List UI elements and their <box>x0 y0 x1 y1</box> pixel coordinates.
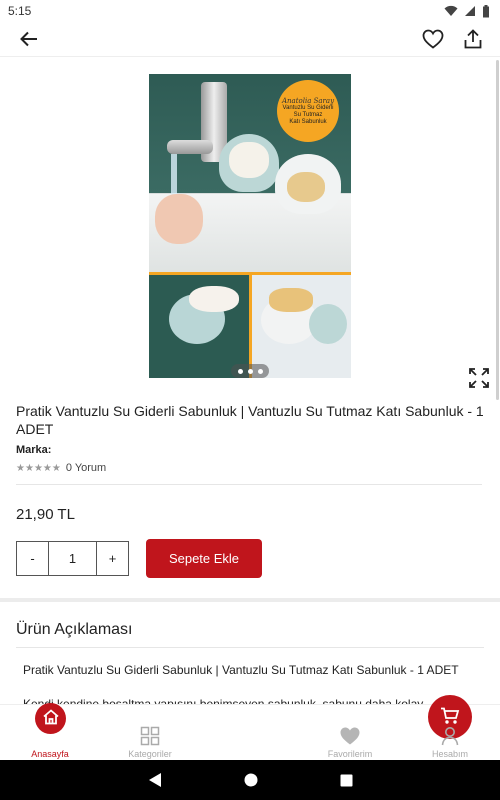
heart-icon <box>340 727 360 745</box>
app-bar <box>0 22 500 56</box>
share-upload-icon <box>464 29 482 49</box>
description-text: Kendi kendine bosaltma yapısını benimsey… <box>23 697 424 704</box>
status-bar: 5:15 <box>0 0 500 22</box>
image-divider <box>249 275 252 378</box>
star-icon: ★ <box>24 462 34 474</box>
nav-account-label: Hesabım <box>431 749 468 759</box>
back-triangle-icon[interactable] <box>148 772 162 788</box>
bottom-nav: Anasayfa Kategoriler Favorilerim Hesabım <box>0 695 500 760</box>
favorite-button[interactable] <box>420 26 446 52</box>
purchase-row: - 1 + Sepete Ekle <box>0 539 500 578</box>
nav-favorites[interactable]: Favorilerim <box>300 705 400 760</box>
soap-shape <box>189 286 239 312</box>
soap-shape <box>229 142 269 178</box>
rating-stars: ★★★★★ <box>16 463 61 474</box>
nav-home-label: Anasayfa <box>31 749 69 759</box>
pagination-dot[interactable] <box>237 368 243 374</box>
arrow-left-icon <box>20 31 37 47</box>
add-to-cart-button[interactable]: Sepete Ekle <box>146 539 262 578</box>
pagination-dot[interactable] <box>247 368 253 374</box>
expand-icon <box>469 368 489 388</box>
increment-button[interactable]: + <box>97 542 128 575</box>
soap-shape <box>269 288 313 312</box>
pagination-dot[interactable] <box>257 368 263 374</box>
badge-line: Katı Sabunluk <box>289 118 327 125</box>
wifi-icon <box>444 5 458 16</box>
image-pagination[interactable] <box>231 364 269 378</box>
faucet-spout-shape <box>167 140 213 154</box>
nav-account[interactable]: Hesabım <box>400 705 500 760</box>
nav-categories-label: Kategoriler <box>128 749 172 759</box>
badge-line: Su Tutmaz <box>293 111 323 118</box>
divider <box>16 647 484 648</box>
share-button[interactable] <box>460 26 486 52</box>
nav-home[interactable]: Anasayfa <box>0 703 100 760</box>
scrollbar[interactable] <box>496 60 499 400</box>
rating-row[interactable]: ★★★★★ 0 Yorum <box>16 462 484 474</box>
status-time: 5:15 <box>8 4 32 18</box>
image-gallery[interactable]: Anatolia Saray Vantuzlu Su Giderli Su Tu… <box>0 57 500 393</box>
badge-line: Vantuzlu Su Giderli <box>282 104 334 111</box>
system-nav-bar <box>0 760 500 800</box>
soap-dish-shape <box>309 304 347 344</box>
cellular-icon <box>465 6 475 16</box>
description-text: Pratik Vantuzlu Su Giderli Sabunluk | Va… <box>23 663 459 677</box>
recents-square-icon[interactable] <box>340 774 353 787</box>
section-separator <box>0 598 500 602</box>
nav-categories[interactable]: Kategoriler <box>100 705 200 760</box>
product-info: Pratik Vantuzlu Su Giderli Sabunluk | Va… <box>0 402 500 474</box>
star-icon: ★ <box>51 462 61 474</box>
product-image[interactable]: Anatolia Saray Vantuzlu Su Giderli Su Tu… <box>149 74 351 378</box>
fullscreen-button[interactable] <box>468 367 490 389</box>
home-circle-icon[interactable] <box>244 773 258 787</box>
status-icons <box>444 4 490 18</box>
quantity-stepper: - 1 + <box>16 541 129 576</box>
review-count[interactable]: 0 Yorum <box>66 462 106 474</box>
back-button[interactable] <box>16 26 42 52</box>
description-heading: Ürün Açıklaması <box>16 621 133 638</box>
grid-icon <box>140 726 160 746</box>
product-title: Pratik Vantuzlu Su Giderli Sabunluk | Va… <box>16 403 484 437</box>
brand-label: Marka: <box>16 444 52 456</box>
battery-icon <box>483 4 489 17</box>
product-detail-scroll[interactable]: Anatolia Saray Vantuzlu Su Giderli Su Tu… <box>0 56 500 704</box>
home-icon <box>42 709 59 725</box>
hand-shape <box>155 194 203 244</box>
nav-cart[interactable] <box>200 695 472 760</box>
star-icon: ★ <box>16 462 25 474</box>
badge-script: Anatolia Saray <box>281 96 335 105</box>
star-icon: ★ <box>42 462 52 474</box>
nav-favorites-label: Favorilerim <box>327 749 373 759</box>
home-bubble <box>35 703 66 734</box>
decrement-button[interactable]: - <box>17 542 48 575</box>
soap-shape <box>287 172 325 202</box>
heart-outline-icon <box>422 29 444 49</box>
divider <box>16 484 482 485</box>
image-badge: Anatolia Saray Vantuzlu Su Giderli Su Tu… <box>277 80 339 142</box>
quantity-input[interactable]: 1 <box>48 542 97 575</box>
product-price: 21,90 TL <box>16 506 75 523</box>
user-icon <box>441 727 459 746</box>
star-icon: ★ <box>33 462 43 474</box>
